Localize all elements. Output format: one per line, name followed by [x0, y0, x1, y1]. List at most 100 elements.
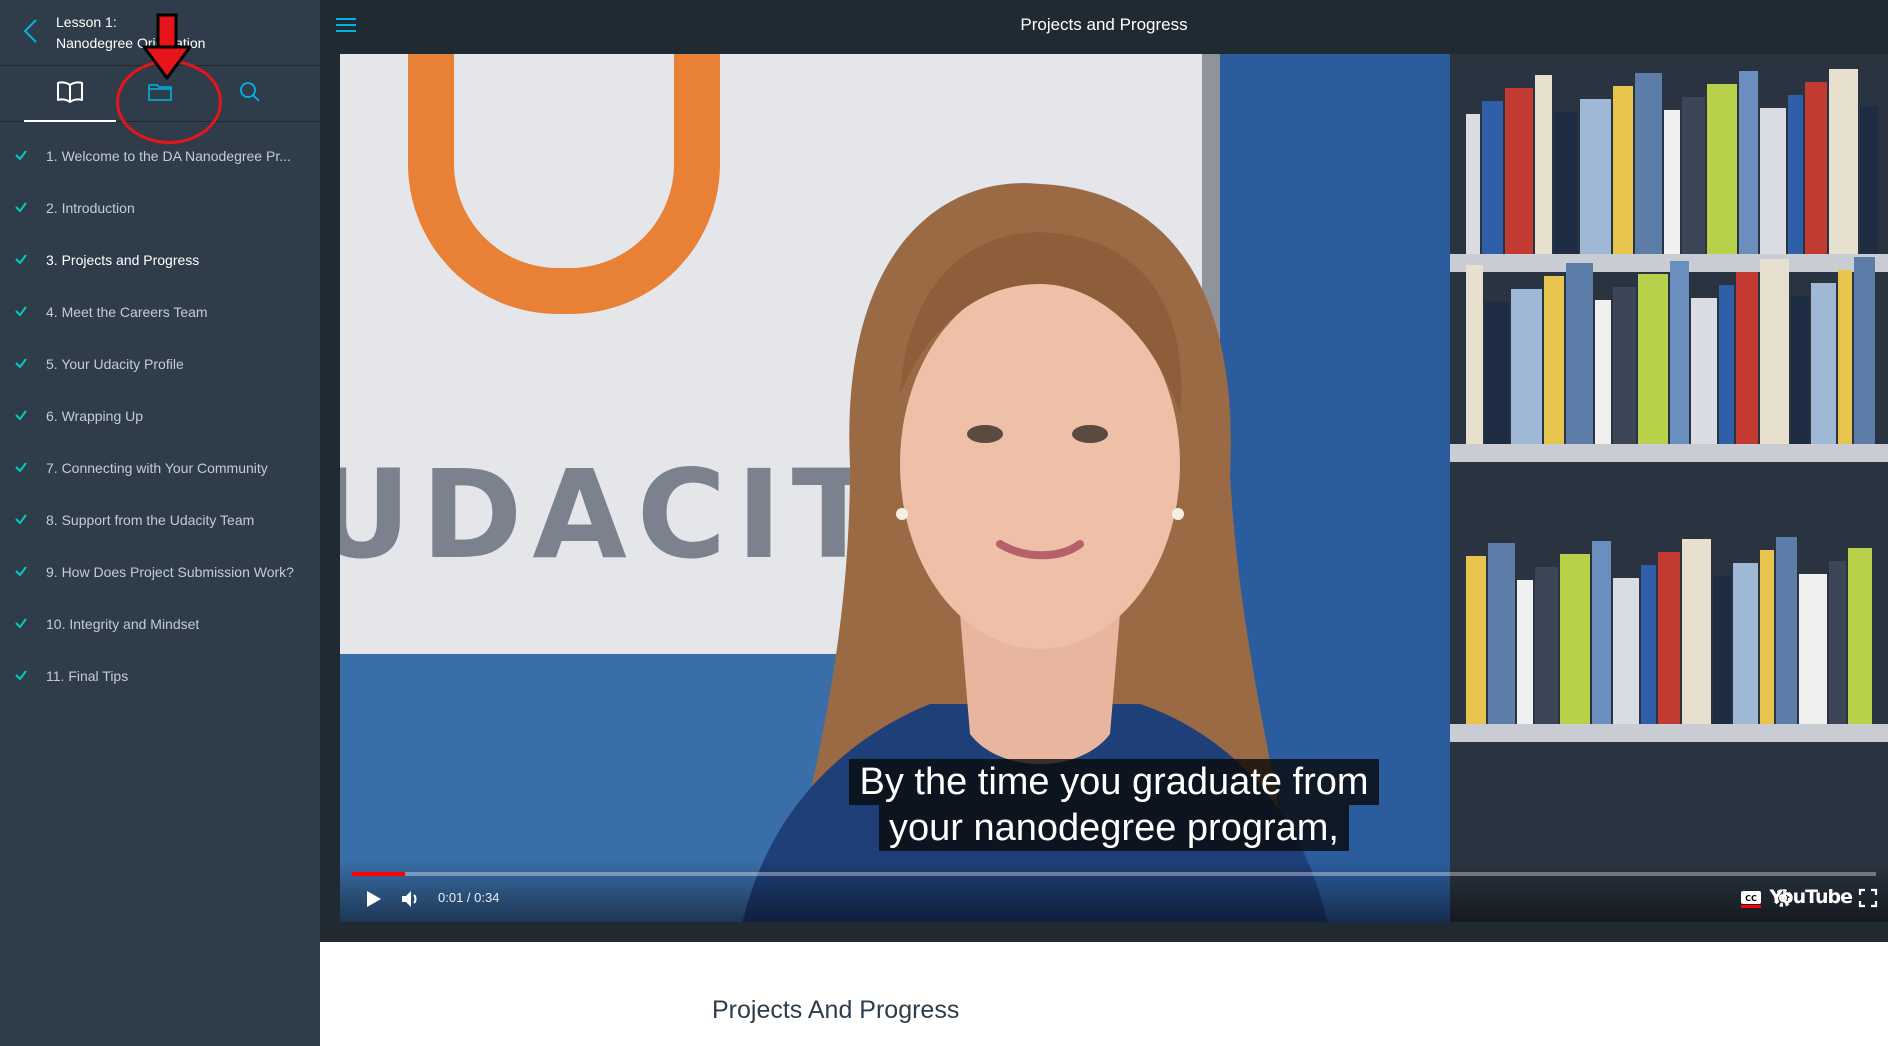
book-spine	[1466, 265, 1483, 444]
checkmark-icon	[13, 147, 29, 163]
sidebar-header: Lesson 1: Nanodegree Orientation	[0, 0, 320, 66]
checkmark-icon	[13, 511, 29, 527]
book-spine	[1641, 565, 1656, 724]
sidebar-item[interactable]: 3. Projects and Progress	[0, 234, 320, 286]
book-spine	[1517, 580, 1533, 724]
checkmark-icon	[13, 667, 29, 683]
book-spine	[1592, 541, 1611, 724]
book-spine	[1707, 84, 1737, 254]
video-container: UDACITY By the time you graduate from yo…	[320, 54, 1888, 942]
book-spine	[1635, 73, 1662, 254]
book-spine	[1482, 101, 1503, 254]
book-spine	[1805, 82, 1827, 254]
video-time: 0:01 / 0:34	[438, 890, 500, 905]
sidebar-item-label: 3. Projects and Progress	[46, 252, 200, 268]
checkmark-icon	[13, 459, 29, 475]
captions-icon[interactable]: CC	[1740, 890, 1762, 908]
sidebar-item[interactable]: 6. Wrapping Up	[0, 390, 320, 442]
book-spine	[1736, 272, 1758, 444]
tab-search[interactable]	[204, 66, 296, 122]
book-spine	[1682, 539, 1711, 724]
book-spine	[1829, 69, 1858, 254]
sidebar-item-label: 1. Welcome to the DA Nanodegree Pr...	[46, 148, 291, 164]
book-spine	[1838, 270, 1852, 444]
book-spine	[1505, 88, 1533, 254]
sidebar: Lesson 1: Nanodegree Orientation 1. Welc…	[0, 0, 320, 1046]
sidebar-item[interactable]: 9. How Does Project Submission Work?	[0, 546, 320, 598]
book-spine	[1860, 106, 1878, 254]
book-spine	[1554, 112, 1578, 254]
sidebar-item[interactable]: 4. Meet the Careers Team	[0, 286, 320, 338]
sidebar-item-label: 4. Meet the Careers Team	[46, 304, 208, 320]
sidebar-item[interactable]: 1. Welcome to the DA Nanodegree Pr...	[0, 130, 320, 182]
progress-bar[interactable]	[352, 872, 1876, 876]
caption-line: your nanodegree program,	[879, 805, 1349, 851]
tab-resources[interactable]	[114, 66, 206, 122]
back-icon[interactable]	[16, 16, 46, 46]
book-spine	[1760, 108, 1786, 254]
book-spine	[1719, 285, 1734, 444]
book-spine	[1799, 574, 1827, 724]
tab-concepts[interactable]	[24, 66, 116, 122]
checkmark-icon	[13, 355, 29, 371]
fullscreen-icon[interactable]	[1858, 888, 1878, 908]
svg-text:CC: CC	[1745, 894, 1757, 903]
book-spine	[1811, 283, 1836, 444]
shelf-board	[1450, 444, 1888, 462]
concept-title: Projects And Progress	[712, 996, 960, 1024]
book-spine	[1682, 97, 1705, 254]
book-spine	[1829, 561, 1846, 724]
youtube-logo[interactable]: YouTube	[1770, 886, 1853, 908]
book-spine	[1739, 71, 1758, 254]
sidebar-item[interactable]: 8. Support from the Udacity Team	[0, 494, 320, 546]
sidebar-tabs	[0, 66, 320, 122]
page-title: Projects and Progress	[1020, 15, 1188, 34]
sidebar-item-label: 8. Support from the Udacity Team	[46, 512, 255, 528]
book-spine	[1854, 257, 1875, 444]
sidebar-item-label: 9. How Does Project Submission Work?	[46, 564, 294, 580]
book-spine	[1848, 548, 1872, 724]
book-spine	[1613, 578, 1639, 724]
udacity-logo-shape	[408, 54, 720, 314]
book-spine	[1613, 86, 1633, 254]
lesson-name: Nanodegree Orientation	[56, 35, 206, 51]
checkmark-icon	[13, 199, 29, 215]
sidebar-item-label: 11. Final Tips	[46, 668, 129, 684]
lesson-title: Lesson 1: Nanodegree Orientation	[56, 12, 205, 54]
book-spine	[1733, 563, 1758, 724]
book-spine	[1535, 75, 1552, 254]
search-icon	[239, 81, 261, 108]
checkmark-icon	[13, 251, 29, 267]
book-spine	[1488, 543, 1515, 724]
book-spine	[1466, 114, 1480, 254]
book-spine	[1485, 302, 1509, 444]
sidebar-item[interactable]: 10. Integrity and Mindset	[0, 598, 320, 650]
concept-list: 1. Welcome to the DA Nanodegree Pr... 2. …	[0, 122, 320, 702]
book-spine	[1691, 298, 1717, 444]
sidebar-item[interactable]: 11. Final Tips	[0, 650, 320, 702]
caption-line: By the time you graduate from	[849, 759, 1379, 805]
book-spine	[1595, 300, 1611, 444]
sidebar-item-label: 6. Wrapping Up	[46, 408, 144, 424]
top-bar: Projects and Progress	[320, 0, 1888, 54]
book-spine	[1658, 552, 1680, 724]
play-icon[interactable]	[362, 888, 384, 910]
book-spine	[1638, 274, 1668, 444]
video-player[interactable]: UDACITY By the time you graduate from yo…	[340, 54, 1888, 922]
sidebar-item[interactable]: 5. Your Udacity Profile	[0, 338, 320, 390]
checkmark-icon	[13, 407, 29, 423]
book-spine	[1788, 95, 1803, 254]
video-controls: 0:01 / 0:34 CC YouTube	[340, 860, 1888, 922]
book-icon	[57, 80, 83, 108]
volume-icon[interactable]	[400, 888, 422, 910]
checkmark-icon	[13, 303, 29, 319]
book-spine	[1613, 287, 1636, 444]
sidebar-item[interactable]: 7. Connecting with Your Community	[0, 442, 320, 494]
sidebar-item[interactable]: 2. Introduction	[0, 182, 320, 234]
book-spine	[1791, 296, 1809, 444]
book-spine	[1560, 554, 1590, 724]
sidebar-item-label: 5. Your Udacity Profile	[46, 356, 184, 372]
shelf-board	[1450, 724, 1888, 742]
book-spine	[1760, 259, 1789, 444]
book-spine	[1511, 289, 1542, 444]
